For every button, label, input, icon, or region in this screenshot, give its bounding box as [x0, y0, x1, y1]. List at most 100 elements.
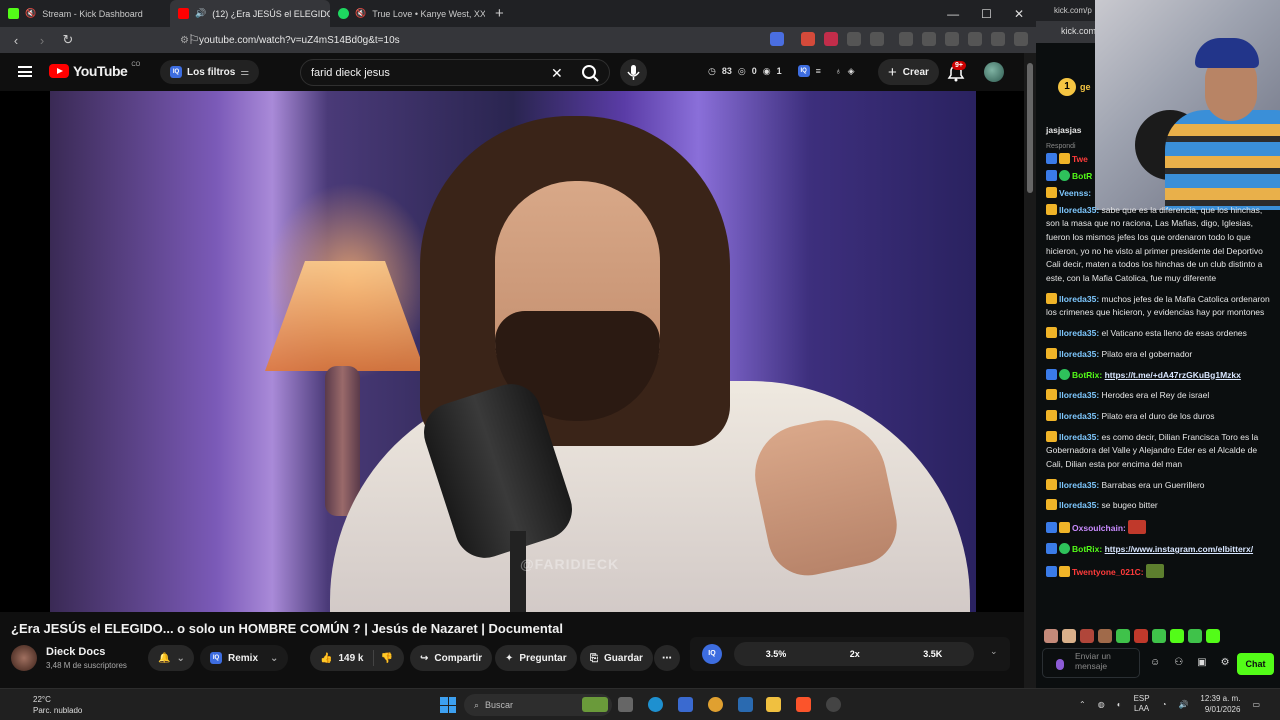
users-icon[interactable]: ⚇ — [1174, 657, 1183, 668]
tray-app-icon[interactable]: ◐ — [1117, 700, 1122, 709]
speed-option[interactable]: 3.5K — [923, 649, 942, 659]
volume-icon[interactable]: 🔊 — [1178, 700, 1188, 709]
tab-kick-dashboard[interactable]: 🔇 Stream - Kick Dashboard — [0, 0, 160, 27]
clear-search-icon[interactable]: ✕ — [551, 65, 563, 82]
chat-username[interactable]: BotRix: — [1072, 544, 1102, 554]
create-button[interactable]: + Crear — [878, 59, 939, 85]
edge-icon[interactable] — [648, 697, 663, 712]
speed-option[interactable]: 3.5% — [766, 649, 787, 659]
app-icon[interactable] — [738, 697, 753, 712]
menu-icon[interactable] — [18, 66, 32, 77]
emote-icon[interactable] — [1062, 629, 1076, 643]
voice-search-button[interactable] — [620, 59, 647, 86]
minimize-button[interactable]: — — [947, 7, 959, 21]
save-button[interactable]: ⎘ Guardar — [580, 645, 653, 671]
thumbs-down-icon[interactable]: 👎 — [380, 653, 392, 664]
channel-avatar[interactable] — [11, 645, 37, 671]
close-window-button[interactable]: ✕ — [1014, 7, 1024, 21]
brave-icon[interactable] — [796, 697, 811, 712]
windows-start-icon[interactable] — [440, 697, 456, 713]
language-indicator[interactable]: ESP LAA — [1134, 694, 1150, 714]
scrollbar-thumb[interactable] — [1027, 63, 1033, 193]
ai-icon[interactable] — [968, 32, 982, 46]
clock[interactable]: 12:39 a. m. 9/01/2026 — [1200, 693, 1240, 715]
chat-message-input[interactable]: Enviar un mensaje — [1042, 648, 1140, 678]
chat-username[interactable]: lloreda35: — [1059, 500, 1099, 510]
extension-stats[interactable]: ◷ 83 ◎ 0 ◉ 1 IQ ≡ ♁ ◈ — [708, 65, 855, 77]
wallet-icon[interactable] — [945, 32, 959, 46]
chat-username[interactable]: BotR — [1072, 171, 1092, 181]
tag-icon[interactable]: ◈ — [848, 66, 855, 77]
emote-icon[interactable] — [1098, 629, 1112, 643]
tab-youtube[interactable]: 🔊 (12) ¿Era JESÚS el ELEGIDO... ✕ — [170, 0, 330, 27]
tab-spotify[interactable]: 🔇 True Love • Kanye West, XXXTEN... — [330, 0, 485, 27]
vpn-icon[interactable] — [991, 32, 1005, 46]
ask-button[interactable]: ✦ Preguntar — [495, 645, 577, 671]
weather-widget[interactable]: 22°C Parc. nublado — [22, 694, 82, 716]
forward-icon[interactable]: › — [34, 33, 50, 48]
chat-username[interactable]: Veenss: — [1059, 188, 1091, 198]
extension-icon[interactable] — [801, 32, 815, 46]
queue-icon[interactable]: ≡ — [816, 66, 821, 76]
obs-icon[interactable] — [826, 697, 841, 712]
emote-icon[interactable] — [1170, 629, 1184, 643]
chat-username[interactable]: lloreda35: — [1059, 205, 1099, 215]
share-icon[interactable] — [870, 32, 884, 46]
file-explorer-icon[interactable] — [766, 697, 781, 712]
iq-icon[interactable]: IQ — [702, 644, 722, 664]
account-avatar[interactable] — [984, 62, 1004, 82]
extension-icon[interactable] — [824, 32, 838, 46]
maximize-button[interactable]: ☐ — [981, 7, 992, 21]
store-icon[interactable]: ▣ — [1197, 657, 1206, 668]
store-icon[interactable] — [678, 697, 693, 712]
video-player[interactable]: @FARIDIECK — [0, 91, 1024, 612]
emote-icon[interactable] — [1206, 629, 1220, 643]
emote-icon[interactable] — [1116, 629, 1130, 643]
emote-icon[interactable] — [1080, 629, 1094, 643]
search-input[interactable]: farid dieck jesus — [311, 67, 390, 79]
menu-icon[interactable] — [1014, 32, 1028, 46]
puzzle-icon[interactable] — [847, 32, 861, 46]
chat-send-button[interactable]: Chat — [1237, 653, 1274, 675]
search-icon[interactable] — [577, 63, 605, 83]
like-count[interactable]: 149 k — [338, 653, 363, 664]
iq-icon[interactable]: IQ — [797, 65, 810, 77]
chevron-down-icon[interactable]: ⌄ — [990, 646, 998, 657]
tray-app-icon[interactable]: ◍ — [1098, 700, 1105, 709]
chat-username[interactable]: lloreda35: — [1059, 411, 1099, 421]
translate-icon[interactable] — [770, 32, 784, 46]
reload-icon[interactable]: ↻ — [60, 32, 76, 48]
site-settings-icon[interactable]: ⚙ — [180, 35, 189, 46]
playlist-icon[interactable] — [899, 32, 913, 46]
chat-username[interactable]: BotRix: — [1072, 370, 1102, 380]
chevron-up-icon[interactable]: ⌃ — [1079, 700, 1086, 709]
chat-username[interactable]: Twentyone_021C: — [1072, 567, 1144, 577]
thumbs-up-icon[interactable]: 👍 — [320, 653, 332, 664]
youtube-logo[interactable]: YouTube CO — [49, 62, 140, 79]
search-box[interactable]: farid dieck jesus ✕ — [300, 59, 610, 86]
address-bar[interactable]: ⚙ youtube.com/watch?v=uZ4mS14Bd0g&t=10s — [180, 29, 790, 51]
kick-tab-label[interactable]: kick.com/p — [1054, 6, 1092, 15]
emote-icon[interactable] — [1152, 629, 1166, 643]
chat-username[interactable]: lloreda35: — [1059, 294, 1099, 304]
filters-button[interactable]: IQ Los filtros ⚌ — [160, 60, 260, 84]
share-button[interactable]: ↪ Compartir — [410, 645, 493, 671]
channel-name[interactable]: Dieck Docs — [46, 646, 105, 658]
task-view-icon[interactable] — [618, 697, 633, 712]
speed-option[interactable]: 2x — [850, 649, 860, 659]
chat-username[interactable]: lloreda35: — [1059, 480, 1099, 490]
chat-username[interactable]: Twe — [1072, 154, 1088, 164]
chat-username[interactable]: Oxsoulchain: — [1072, 523, 1126, 533]
chat-username[interactable]: lloreda35: — [1059, 390, 1099, 400]
back-icon[interactable]: ‹ — [8, 33, 24, 48]
settings-icon[interactable]: ⚙ — [1221, 657, 1230, 668]
chat-link[interactable]: https://www.instagram.com/elbitterx/ — [1105, 544, 1253, 554]
remix-button[interactable]: IQ Remix ⌄ — [200, 645, 289, 671]
page-scrollbar[interactable] — [1024, 53, 1036, 688]
sidebar-icon[interactable] — [922, 32, 936, 46]
wifi-icon[interactable]: ◔ — [1162, 700, 1167, 709]
emote-icon[interactable] — [1044, 629, 1058, 643]
new-tab-button[interactable]: + — [495, 5, 504, 22]
notifications-icon[interactable]: ▭ — [1252, 700, 1260, 709]
emote-icon[interactable] — [1188, 629, 1202, 643]
